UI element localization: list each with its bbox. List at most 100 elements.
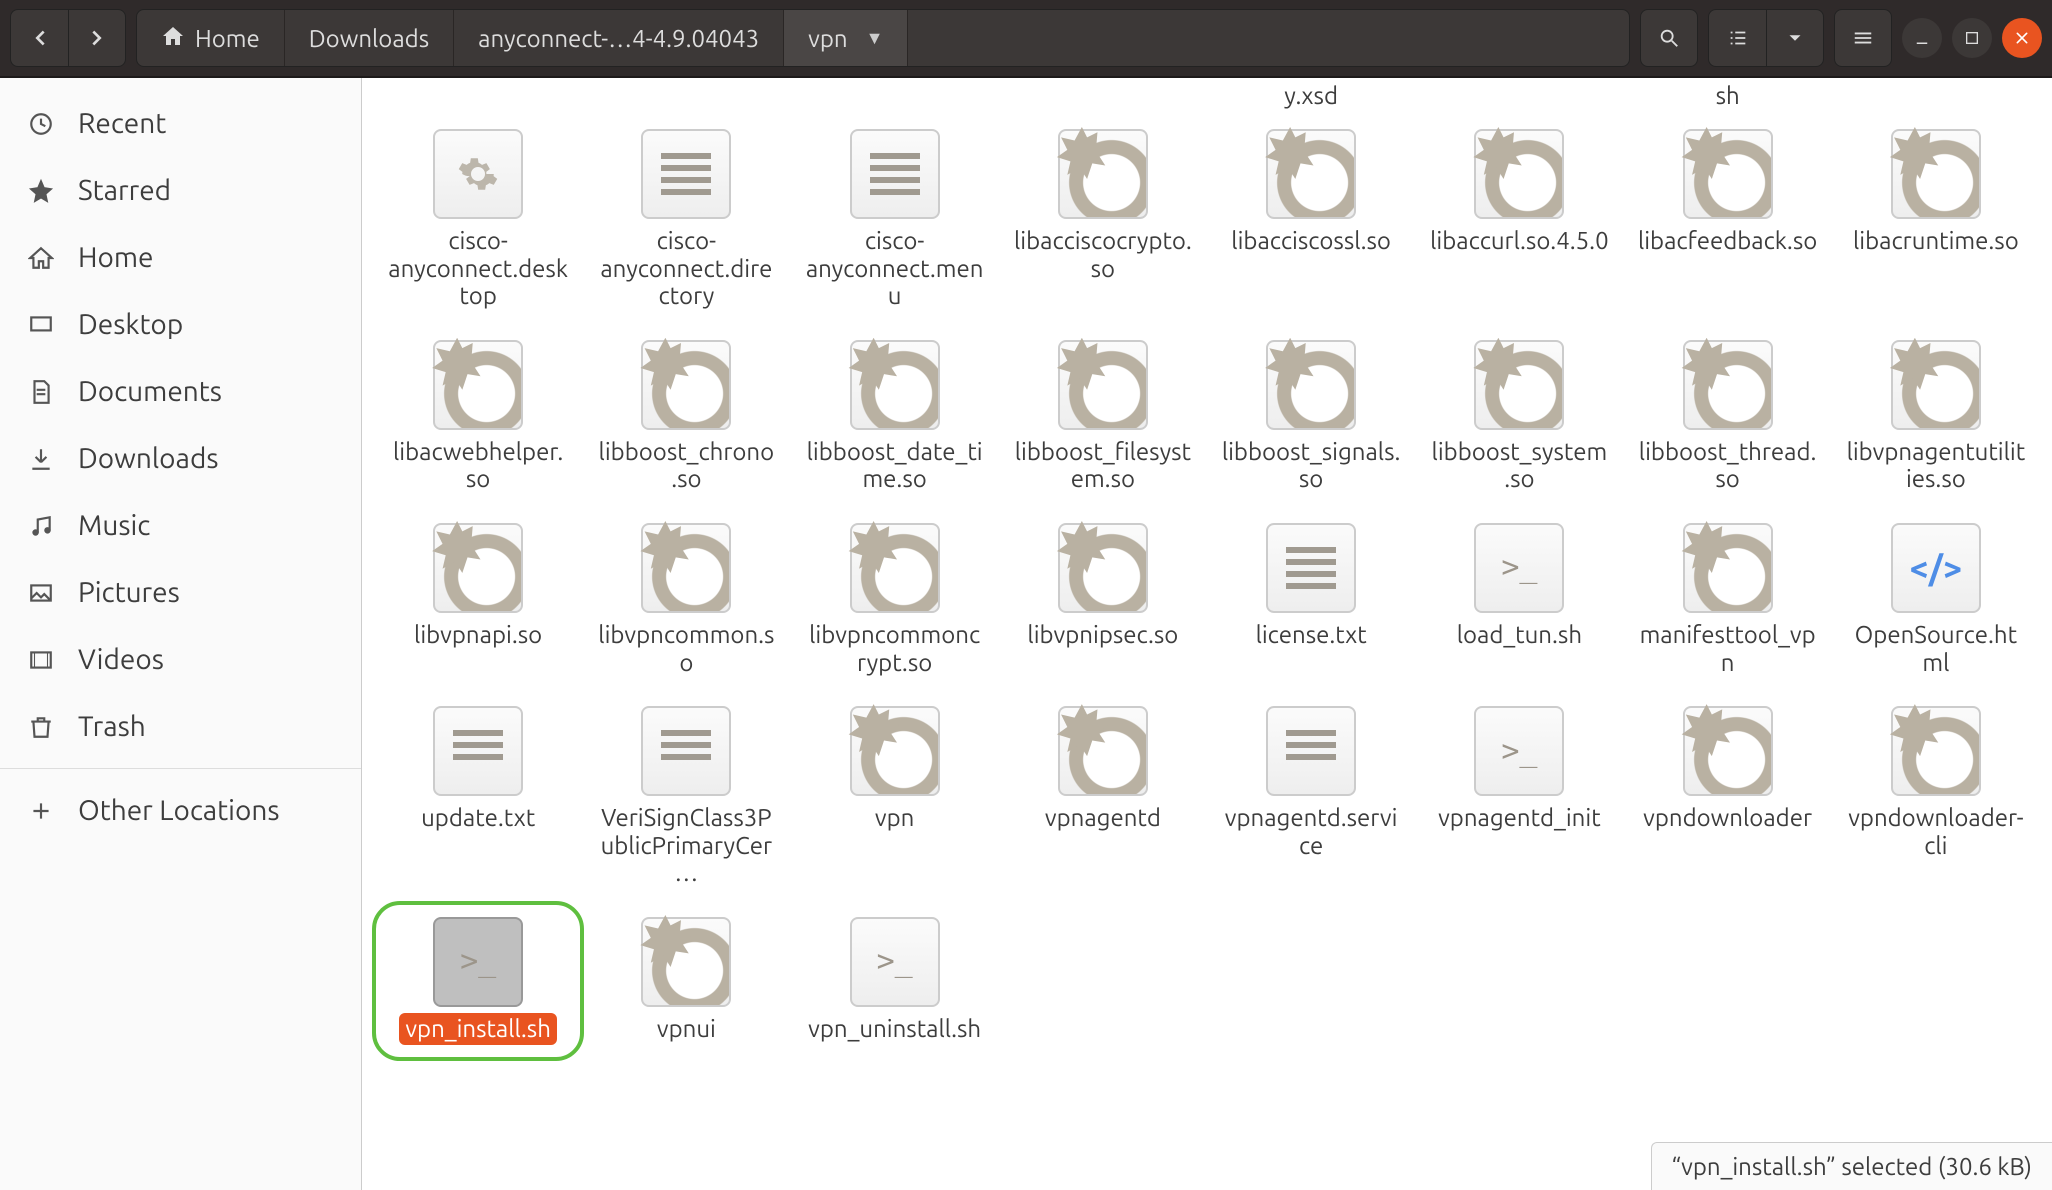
file-item[interactable]: vpndownloader — [1628, 696, 1828, 899]
file-item[interactable]: libvpnagentutilities.so — [1836, 330, 2036, 505]
sidebar-item-trash[interactable]: Trash — [0, 693, 361, 760]
shell-icon: >_ — [850, 917, 940, 1007]
list-view-button[interactable] — [1708, 9, 1766, 67]
sidebar-item-label: Desktop — [78, 309, 183, 340]
file-item[interactable]: libacciscossl.so — [1211, 119, 1411, 322]
window-close-button[interactable] — [2002, 18, 2042, 58]
file-label-partial — [586, 78, 786, 119]
sidebar-item-videos[interactable]: Videos — [0, 626, 361, 693]
file-label-partial — [1003, 78, 1203, 119]
file-label: cisco-anyconnect.menu — [799, 225, 991, 312]
star-icon — [26, 178, 56, 204]
view-options-dropdown[interactable] — [1766, 9, 1824, 67]
shell-icon: >_ — [1474, 706, 1564, 796]
file-label: cisco-anyconnect.desktop — [382, 225, 574, 312]
file-item[interactable]: libvpncommon.so — [586, 513, 786, 688]
file-label: vpn — [869, 802, 920, 834]
gear-icon — [1891, 129, 1981, 219]
sidebar-item-label: Recent — [78, 108, 166, 139]
file-label: vpn_uninstall.sh — [802, 1013, 987, 1045]
sidebar-item-label: Documents — [78, 376, 222, 407]
textdoc-short-icon — [641, 706, 731, 796]
file-label: vpndownloader-cli — [1840, 802, 2032, 861]
gear-icon — [850, 523, 940, 613]
file-item[interactable]: libboost_filesystem.so — [1003, 330, 1203, 505]
file-label: libboost_chrono.so — [590, 436, 782, 495]
file-item[interactable]: libacruntime.so — [1836, 119, 2036, 322]
file-item[interactable]: cisco-anyconnect.desktop — [378, 119, 578, 322]
file-item[interactable]: vpnui — [586, 907, 786, 1055]
file-item[interactable]: libaccurl.so.4.5.0 — [1419, 119, 1619, 322]
file-item[interactable]: manifesttool_vpn — [1628, 513, 1828, 688]
file-view[interactable]: y.xsdsh cisco-anyconnect.desktopcisco-an… — [362, 78, 2052, 1190]
forward-button[interactable] — [68, 9, 126, 67]
sidebar-item-home[interactable]: Home — [0, 224, 361, 291]
sidebar-item-label: Downloads — [78, 443, 218, 474]
sidebar-item-recent[interactable]: Recent — [0, 90, 361, 157]
search-button[interactable] — [1640, 9, 1698, 67]
file-item[interactable]: </>OpenSource.html — [1836, 513, 2036, 688]
home-icon — [26, 245, 56, 271]
file-item[interactable]: libboost_chrono.so — [586, 330, 786, 505]
breadcrumb-vpn[interactable]: vpn ▼ — [784, 10, 908, 66]
status-bar: “vpn_install.sh” selected (30.6 kB) — [1651, 1142, 2052, 1190]
file-item[interactable]: libacwebhelper.so — [378, 330, 578, 505]
file-label: update.txt — [415, 802, 541, 834]
path-bar: Home Downloads anyconnect-…4-4.9.04043 v… — [136, 9, 1630, 67]
sidebar-item-other-locations[interactable]: Other Locations — [0, 777, 361, 844]
window-maximize-button[interactable] — [1952, 18, 1992, 58]
sidebar-item-starred[interactable]: Starred — [0, 157, 361, 224]
sidebar-item-desktop[interactable]: Desktop — [0, 291, 361, 358]
file-label: libvpnipsec.so — [1021, 619, 1184, 651]
file-item[interactable]: update.txt — [378, 696, 578, 899]
file-item[interactable]: >_vpn_install.sh — [378, 907, 578, 1055]
sidebar-item-label: Other Locations — [78, 795, 280, 826]
file-label: vpnagentd — [1039, 802, 1167, 834]
desktop-icon — [26, 312, 56, 338]
sidebar-item-label: Home — [78, 242, 154, 273]
breadcrumb-anyconnect[interactable]: anyconnect-…4-4.9.04043 — [454, 10, 784, 66]
file-item[interactable]: >_ load_tun.sh — [1419, 513, 1619, 688]
file-label: libacfeedback.so — [1632, 225, 1823, 257]
file-label: manifesttool_vpn — [1632, 619, 1824, 678]
sidebar-item-label: Music — [78, 510, 150, 541]
file-item[interactable]: vpnagentd — [1003, 696, 1203, 899]
file-item[interactable]: vpndownloader-cli — [1836, 696, 2036, 899]
file-item[interactable]: vpn — [795, 696, 995, 899]
sidebar-item-music[interactable]: Music — [0, 492, 361, 559]
file-item[interactable]: libacfeedback.so — [1628, 119, 1828, 322]
sidebar-item-downloads[interactable]: Downloads — [0, 425, 361, 492]
file-item[interactable]: libvpnapi.so — [378, 513, 578, 688]
chevron-down-icon: ▼ — [866, 28, 884, 49]
sidebar-item-pictures[interactable]: Pictures — [0, 559, 361, 626]
hamburger-menu-button[interactable] — [1834, 9, 1892, 67]
file-label: load_tun.sh — [1451, 619, 1588, 651]
file-item[interactable]: libacciscocrypto.so — [1003, 119, 1203, 322]
file-item[interactable]: cisco-anyconnect.directory — [586, 119, 786, 322]
file-item[interactable]: VeriSignClass3PublicPrimaryCer… — [586, 696, 786, 899]
gear-icon — [1683, 706, 1773, 796]
shell-icon: >_ — [1474, 523, 1564, 613]
trash-icon — [26, 714, 56, 740]
file-item[interactable]: libboost_signals.so — [1211, 330, 1411, 505]
breadcrumb-downloads[interactable]: Downloads — [285, 10, 454, 66]
breadcrumb-label: anyconnect-…4-4.9.04043 — [478, 25, 759, 52]
file-item[interactable]: >_ vpn_uninstall.sh — [795, 907, 995, 1055]
sidebar-item-documents[interactable]: Documents — [0, 358, 361, 425]
home-icon — [161, 24, 185, 53]
breadcrumb-home[interactable]: Home — [137, 10, 285, 66]
file-item[interactable]: libvpncommoncrypt.so — [795, 513, 995, 688]
file-item[interactable]: >_vpnagentd_init — [1419, 696, 1619, 899]
file-item[interactable]: libboost_thread.so — [1628, 330, 1828, 505]
file-item[interactable]: libvpnipsec.so — [1003, 513, 1203, 688]
window-minimize-button[interactable] — [1902, 18, 1942, 58]
view-mode-segment — [1708, 9, 1824, 67]
file-item[interactable]: cisco-anyconnect.menu — [795, 119, 995, 322]
file-item[interactable]: libboost_date_time.so — [795, 330, 995, 505]
file-item[interactable]: libboost_system.so — [1419, 330, 1619, 505]
file-item[interactable]: license.txt — [1211, 513, 1411, 688]
back-button[interactable] — [10, 9, 68, 67]
toolbar-right-group — [1708, 9, 2042, 67]
file-item[interactable]: vpnagentd.service — [1211, 696, 1411, 899]
gear-icon — [1474, 340, 1564, 430]
